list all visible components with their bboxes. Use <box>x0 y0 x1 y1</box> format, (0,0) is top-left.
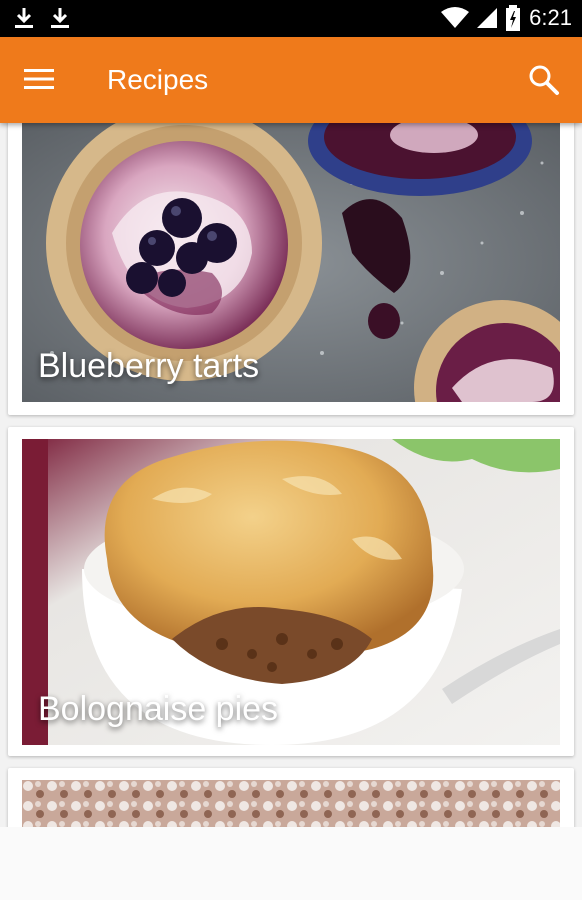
battery-icon <box>506 5 521 31</box>
status-bar: 6:21 <box>0 0 582 37</box>
search-icon[interactable] <box>528 64 560 96</box>
recipe-image <box>22 780 560 827</box>
download-icon <box>51 8 69 28</box>
bottom-blank-area <box>0 827 582 900</box>
recipe-photo <box>22 780 560 827</box>
wifi-icon <box>441 7 470 28</box>
status-time: 6:21 <box>529 5 572 30</box>
status-notifications <box>12 6 72 30</box>
download-icon <box>15 8 33 28</box>
recipe-title: Bolognaise pies <box>38 690 279 728</box>
app-bar: Recipes <box>0 37 582 123</box>
recipe-card[interactable]: Blueberry tarts <box>8 123 574 415</box>
status-system: 6:21 <box>441 4 572 32</box>
recipe-card[interactable]: Bolognaise pies <box>8 427 574 756</box>
page-title: Recipes <box>107 64 209 95</box>
recipe-card[interactable] <box>8 768 574 827</box>
recipe-list[interactable]: Blueberry tarts Bolognaise pies <box>0 123 582 827</box>
recipe-title: Blueberry tarts <box>38 347 260 385</box>
menu-icon[interactable] <box>24 67 54 91</box>
recipe-image: Bolognaise pies <box>22 439 560 745</box>
recipe-image: Blueberry tarts <box>22 123 560 402</box>
signal-icon <box>477 8 498 28</box>
